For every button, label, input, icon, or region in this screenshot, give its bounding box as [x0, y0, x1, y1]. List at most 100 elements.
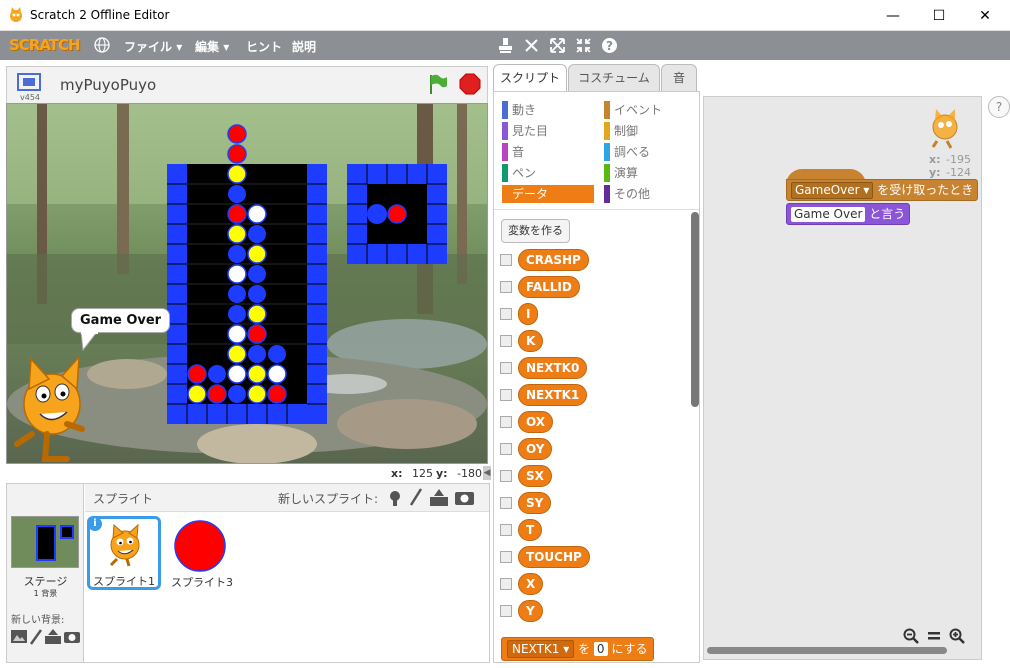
variable-reporter[interactable]: OX [518, 411, 554, 433]
menu-bar: SCRATCH ファイル ▾ 編集 ▾ ヒント 説明 ? [0, 31, 1010, 60]
paint-sprite-icon[interactable] [409, 488, 423, 506]
fullscreen-icon[interactable] [17, 73, 41, 91]
tab-sounds[interactable]: 音 [661, 64, 697, 92]
category-pen[interactable]: ペン [502, 164, 592, 182]
category-data[interactable]: データ [502, 185, 594, 203]
stage-thumbnail[interactable] [11, 516, 79, 568]
sprite-library-icon[interactable] [387, 489, 403, 507]
variable-reporter[interactable]: SY [518, 492, 552, 514]
variable-reporter[interactable]: I [518, 303, 539, 325]
zoom-reset-icon[interactable] [927, 630, 941, 642]
category-events-swatch [604, 101, 610, 119]
mouse-y-value: -180 [457, 467, 483, 480]
help-block-icon[interactable]: ? [601, 37, 618, 54]
category-sensing-label: 調べる [614, 145, 651, 159]
set-variable-suffix: にする [611, 642, 648, 656]
sprite-tile-1[interactable]: i スプライト1 [87, 516, 161, 590]
stop-sign-icon[interactable] [459, 73, 481, 95]
message-dropdown[interactable]: GameOver ▾ [791, 182, 874, 199]
close-button[interactable]: ✕ [962, 0, 1008, 31]
category-looks-label: 見た目 [512, 124, 549, 138]
zoom-in-icon[interactable] [949, 628, 965, 644]
minimize-button[interactable]: — [870, 0, 916, 31]
variable-checkbox[interactable] [500, 578, 512, 590]
maximize-button[interactable]: ☐ [916, 0, 962, 31]
scripts-area[interactable]: x: -195 y: -124 GameOver ▾ を受け取ったとき Game… [703, 96, 982, 660]
upload-backdrop-icon[interactable] [45, 629, 61, 644]
variable-checkbox[interactable] [500, 281, 512, 293]
say-block[interactable]: Game Over と言う [786, 203, 911, 225]
category-events[interactable]: イベント [604, 101, 694, 119]
tab-scripts[interactable]: スクリプト [493, 64, 567, 92]
variable-reporter[interactable]: NEXTK1 [518, 384, 588, 406]
sprite-tile-3[interactable]: スプライト3 [167, 516, 237, 590]
category-sound[interactable]: 音 [502, 143, 592, 161]
variable-reporter[interactable]: CRASHP [518, 249, 589, 271]
variable-checkbox[interactable] [500, 254, 512, 266]
upload-sprite-icon[interactable] [430, 489, 448, 506]
stage-canvas[interactable]: Game Over [6, 103, 488, 464]
menu-file[interactable]: ファイル ▾ [124, 38, 182, 55]
set-variable-value[interactable]: 0 [593, 642, 608, 656]
scripts-horizontal-scrollbar[interactable] [707, 647, 947, 654]
palette-scrollbar[interactable] [691, 212, 699, 407]
menu-about[interactable]: 説明 [292, 38, 316, 55]
menu-hint[interactable]: ヒント [246, 38, 282, 55]
menu-edit[interactable]: 編集 ▾ [195, 38, 229, 55]
globe-icon[interactable] [94, 37, 110, 53]
delete-scissors-icon[interactable] [523, 37, 540, 54]
category-sensing[interactable]: 調べる [604, 143, 694, 161]
variable-reporter[interactable]: SX [518, 465, 552, 487]
sprite-y-value: -124 [946, 166, 972, 179]
paint-backdrop-icon[interactable] [29, 629, 43, 645]
variable-reporter[interactable]: OY [518, 438, 553, 460]
tab-costumes[interactable]: コスチューム [568, 64, 660, 92]
say-text-input[interactable]: Game Over [791, 207, 866, 222]
variable-checkbox[interactable] [500, 443, 512, 455]
variable-checkbox[interactable] [500, 551, 512, 563]
variable-reporter[interactable]: NEXTK0 [518, 357, 588, 379]
scratch-logo[interactable]: SCRATCH [9, 36, 81, 54]
grow-icon[interactable] [549, 37, 566, 54]
variable-checkbox[interactable] [500, 416, 512, 428]
menu-file-label: ファイル [124, 40, 173, 54]
block-palette: 動き 見た目 音 ペン データ イベント 制御 調べる 演算 その他 変数を作る… [493, 91, 700, 663]
category-more-blocks[interactable]: その他 [604, 185, 694, 203]
project-title[interactable]: myPuyoPuyo [60, 76, 156, 94]
category-sound-swatch [502, 143, 508, 161]
variable-checkbox[interactable] [500, 497, 512, 509]
category-control[interactable]: 制御 [604, 122, 694, 140]
variable-checkbox[interactable] [500, 605, 512, 617]
variable-reporter[interactable]: X [518, 573, 544, 595]
variable-reporter[interactable]: FALLID [518, 276, 580, 298]
set-variable-block[interactable]: NEXTK1 ▾ を 0 にする [501, 637, 654, 661]
variable-checkbox[interactable] [500, 470, 512, 482]
category-operators[interactable]: 演算 [604, 164, 694, 182]
zoom-out-icon[interactable] [903, 628, 919, 644]
variable-reporter[interactable]: T [518, 519, 543, 541]
variable-checkbox[interactable] [500, 524, 512, 536]
make-variable-button[interactable]: 変数を作る [501, 219, 570, 243]
help-panel-button[interactable]: ? [988, 96, 1010, 118]
variable-checkbox[interactable] [500, 389, 512, 401]
set-variable-dropdown[interactable]: NEXTK1 ▾ [507, 640, 575, 658]
shrink-icon[interactable] [575, 37, 592, 54]
sprite-info-icon[interactable]: i [88, 517, 102, 531]
when-receive-hat-block[interactable]: GameOver ▾ を受け取ったとき [786, 179, 979, 201]
duplicate-stamp-icon[interactable] [497, 37, 514, 54]
green-flag-icon[interactable] [427, 73, 449, 95]
category-motion[interactable]: 動き [502, 101, 592, 119]
sprite-panel: ステージ 1 背景 新しい背景: スプライト 新しいスプライト: i スプライト… [6, 483, 490, 663]
variable-reporter[interactable]: TOUCHP [518, 546, 590, 568]
category-looks[interactable]: 見た目 [502, 122, 592, 140]
camera-backdrop-icon[interactable] [64, 630, 80, 643]
variable-checkbox[interactable] [500, 308, 512, 320]
camera-sprite-icon[interactable] [455, 490, 474, 505]
backdrop-library-icon[interactable] [11, 630, 27, 643]
variable-reporter[interactable]: K [518, 330, 544, 352]
variable-checkbox[interactable] [500, 335, 512, 347]
stage-collapse-handle[interactable]: ◀ [483, 466, 491, 480]
variable-reporter[interactable]: Y [518, 600, 543, 622]
mouse-x-label: x: [391, 467, 403, 480]
variable-checkbox[interactable] [500, 362, 512, 374]
